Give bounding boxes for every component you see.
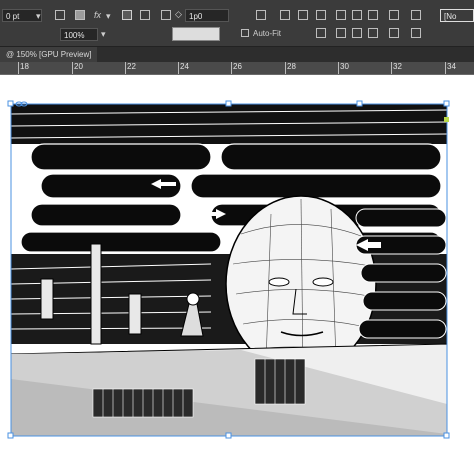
- frame-fit-icon[interactable]: [256, 10, 266, 20]
- ruler-label: 30: [340, 62, 349, 71]
- gutter-icon[interactable]: [161, 10, 171, 20]
- spacing-field[interactable]: 1p0: [185, 9, 229, 22]
- fill-frame-icon[interactable]: [298, 10, 308, 20]
- stepper-icon[interactable]: ◇: [175, 9, 182, 19]
- effects-icon[interactable]: [75, 10, 85, 20]
- ruler-label: 24: [180, 62, 189, 71]
- transform-icon[interactable]: [55, 10, 65, 20]
- center-content-icon[interactable]: [316, 10, 326, 20]
- artwork-image[interactable]: [0, 75, 474, 453]
- auto-fit-checkbox[interactable]: [241, 29, 249, 37]
- ruler-label: 26: [233, 62, 242, 71]
- document-tab[interactable]: @ 150% [GPU Preview]: [0, 47, 98, 63]
- control-panel: 0 pt ▾ fx ▾ ◇ 1p0 [No 100% ▾ Auto-Fit: [0, 0, 474, 46]
- distribute-right-icon[interactable]: [368, 28, 378, 38]
- align-left-icon[interactable]: [336, 10, 346, 20]
- chevron-down-icon[interactable]: ▾: [36, 11, 41, 21]
- align-top-icon[interactable]: [389, 10, 399, 20]
- content-fit-icon[interactable]: [140, 10, 150, 20]
- fit-proportionally-icon[interactable]: [280, 10, 290, 20]
- preferences-icon[interactable]: [411, 10, 421, 20]
- corner-field[interactable]: [No: [440, 9, 474, 22]
- align-right-icon[interactable]: [368, 10, 378, 20]
- align-center-icon[interactable]: [352, 10, 362, 20]
- chevron-down-icon[interactable]: ▾: [101, 29, 106, 39]
- ruler-label: 22: [127, 62, 136, 71]
- fitting-icon[interactable]: [122, 10, 132, 20]
- distribute-center-icon[interactable]: [352, 28, 362, 38]
- ruler-label: 34: [447, 62, 456, 71]
- auto-fit-label: Auto-Fit: [253, 29, 282, 38]
- horizontal-ruler[interactable]: 18 20 22 24 26 28 30 32 34: [0, 62, 474, 75]
- scale-field[interactable]: 100%: [60, 28, 98, 41]
- stroke-style-field[interactable]: [172, 27, 220, 41]
- ruler-label: 32: [393, 62, 402, 71]
- distribute-bottom-icon[interactable]: [411, 28, 421, 38]
- grid-icon[interactable]: [316, 28, 326, 38]
- ruler-label: 28: [287, 62, 296, 71]
- fx-button[interactable]: fx: [94, 10, 101, 20]
- document-tab-bar: @ 150% [GPU Preview]: [0, 46, 474, 63]
- ruler-label: 20: [74, 62, 83, 71]
- distribute-left-icon[interactable]: [336, 28, 346, 38]
- document-canvas[interactable]: [0, 75, 474, 453]
- chevron-down-icon[interactable]: ▾: [106, 11, 111, 21]
- ruler-label: 18: [20, 62, 29, 71]
- distribute-top-icon[interactable]: [389, 28, 399, 38]
